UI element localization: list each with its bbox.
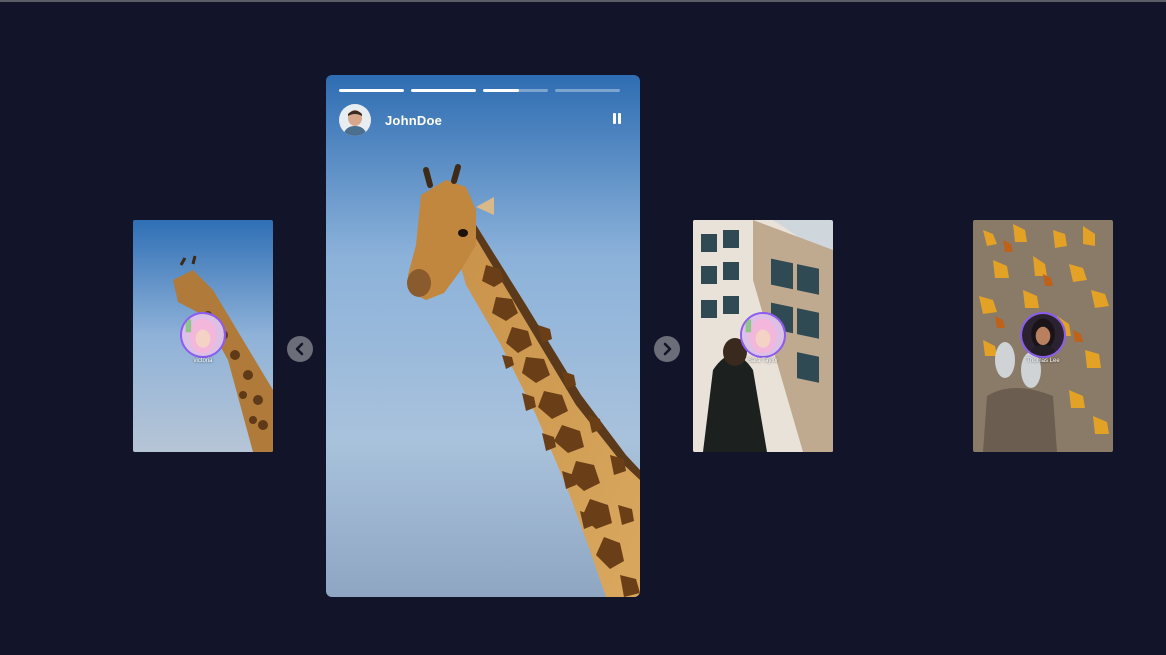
pause-button[interactable]	[612, 113, 622, 125]
previous-story-button[interactable]	[287, 336, 313, 362]
progress-segment-fill	[339, 89, 404, 92]
next-story-button[interactable]	[654, 336, 680, 362]
progress-segment	[483, 89, 548, 92]
story-progress-bar	[339, 89, 620, 92]
avatar[interactable]	[339, 104, 371, 136]
avatar	[740, 312, 786, 358]
pause-icon	[618, 113, 621, 124]
progress-segment	[555, 89, 620, 92]
story-preview-username: Sara Taylor	[747, 358, 779, 364]
chevron-right-icon	[663, 342, 672, 356]
story-preview-username: Thomas Lee	[1026, 358, 1060, 364]
story-preview-username: victoria	[193, 358, 213, 364]
story-preview-card[interactable]: Thomas Lee	[973, 220, 1113, 452]
story-header: JohnDoe	[339, 104, 442, 136]
progress-segment-fill	[411, 89, 476, 92]
progress-segment	[339, 89, 404, 92]
chevron-left-icon	[295, 342, 304, 356]
active-story[interactable]: JohnDoe	[326, 75, 640, 597]
avatar	[1020, 312, 1066, 358]
avatar	[180, 312, 226, 358]
story-preview-card[interactable]: Sara Taylor	[693, 220, 833, 452]
pause-icon	[613, 113, 616, 124]
progress-segment	[411, 89, 476, 92]
story-preview-card[interactable]: victoria	[133, 220, 273, 452]
story-username[interactable]: JohnDoe	[385, 113, 442, 128]
stories-carousel: victoria JohnDoe Sara Taylor Thomas Lee	[0, 0, 1166, 655]
story-image	[326, 75, 640, 597]
progress-segment-fill	[483, 89, 519, 92]
